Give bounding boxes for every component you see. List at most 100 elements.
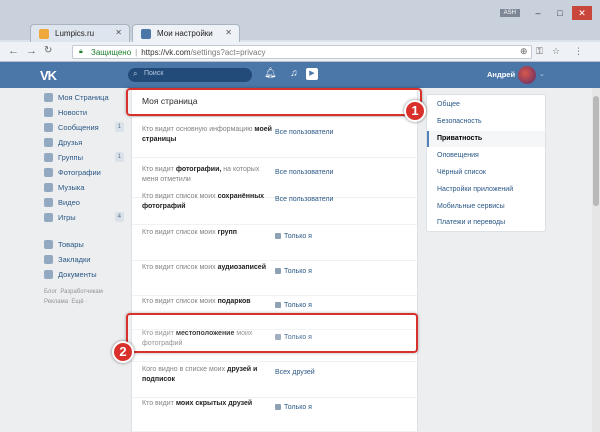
groups-icon — [44, 153, 53, 162]
close-tab-icon[interactable]: ✕ — [225, 28, 232, 37]
privacy-value-link[interactable]: Только я — [275, 403, 312, 411]
documents-icon — [44, 270, 53, 279]
sidebar-item-friends[interactable]: Друзья — [44, 135, 124, 150]
footer-link-blog[interactable]: Блог — [44, 289, 57, 295]
url-host: https://vk.com — [141, 48, 191, 57]
highlight-box-section-title — [126, 88, 422, 116]
back-icon[interactable]: ← — [8, 45, 19, 57]
friends-icon — [44, 138, 53, 147]
bookmark-star-icon[interactable]: ☆ — [552, 46, 560, 57]
privacy-value-link[interactable]: Только я — [275, 267, 312, 275]
profile-chip[interactable]: ASH — [499, 9, 520, 17]
privacy-value-link[interactable]: Только я — [275, 301, 312, 309]
secure-label: Защищено — [91, 48, 132, 57]
avatar[interactable] — [518, 66, 536, 84]
sidebar-item-label: Закладки — [58, 255, 91, 264]
sidebar-footer: Блог Разработчикам Реклама Ещё · — [44, 287, 124, 307]
privacy-question: Кто видит список моих групп — [142, 229, 238, 236]
menu-item-privacy[interactable]: Приватность — [427, 131, 545, 147]
sidebar-item-bookmarks[interactable]: Закладки — [44, 252, 124, 267]
search-placeholder: Поиск — [144, 70, 164, 77]
minimize-icon[interactable]: – — [528, 6, 548, 20]
chevron-down-icon[interactable]: ⌄ — [539, 70, 545, 78]
highlight-box-location-row — [126, 313, 418, 353]
footer-link-more[interactable]: Ещё · — [71, 299, 87, 305]
page-scrollbar[interactable] — [592, 88, 600, 432]
footer-link-developers[interactable]: Разработчикам — [60, 289, 103, 295]
vk-logo[interactable]: VK — [40, 68, 57, 83]
sidebar-item-news[interactable]: Новости — [44, 105, 124, 120]
privacy-settings-card: Моя страница Кто видит основную информац… — [131, 88, 418, 432]
sidebar-item-label: Документы — [58, 270, 97, 279]
messages-icon — [44, 123, 53, 132]
location-icon[interactable]: ⊕ — [520, 46, 528, 57]
left-sidebar: Моя Страница Новости Сообщения 1 Друзья Г… — [44, 90, 124, 282]
tab-lumpics[interactable]: Lumpics.ru ✕ — [30, 24, 130, 42]
privacy-value-link[interactable]: Все пользователи — [275, 169, 333, 176]
sidebar-item-messages[interactable]: Сообщения 1 — [44, 120, 124, 135]
news-icon — [44, 108, 53, 117]
privacy-row: Кто видит список моих сохранённых фотогр… — [132, 185, 417, 225]
sidebar-item-goods[interactable]: Товары — [44, 237, 124, 252]
search-input[interactable]: ⌕ Поиск — [128, 68, 252, 82]
privacy-question: Кто видит основную информацию моей стран… — [142, 126, 272, 143]
sidebar-item-label: Моя Страница — [58, 93, 109, 102]
privacy-question: Кого видно в списке моих друзей и подпис… — [142, 366, 258, 383]
sidebar-item-games[interactable]: Игры 4 — [44, 210, 124, 225]
close-window-icon[interactable]: ✕ — [572, 6, 592, 20]
close-tab-icon[interactable]: ✕ — [115, 28, 122, 37]
goods-icon — [44, 240, 53, 249]
menu-item-mobile-services[interactable]: Мобильные сервисы — [427, 199, 545, 215]
sidebar-item-groups[interactable]: Группы 1 — [44, 150, 124, 165]
privacy-question: Кто видит список моих сохранённых фотогр… — [142, 193, 265, 210]
step-badge-2: 2 — [112, 341, 134, 363]
tab-settings[interactable]: Мои настройки ✕ — [132, 24, 240, 42]
bookmarks-icon — [44, 255, 53, 264]
privacy-value-link[interactable]: Все пользователи — [275, 129, 333, 136]
video-icon — [44, 198, 53, 207]
menu-item-blacklist[interactable]: Чёрный список — [427, 165, 545, 181]
menu-icon[interactable]: ⋮ — [574, 46, 583, 57]
scrollbar-thumb[interactable] — [593, 96, 599, 206]
sidebar-item-video[interactable]: Видео — [44, 195, 124, 210]
url-input[interactable]: 🔒︎ Защищено | https://vk.com/settings?act=… — [72, 45, 532, 59]
maximize-icon[interactable]: □ — [550, 6, 570, 20]
menu-item-payments[interactable]: Платежи и переводы — [427, 215, 545, 231]
user-name[interactable]: Андрей — [487, 70, 515, 79]
window-controls: ASH – □ ✕ — [499, 6, 592, 20]
games-icon — [44, 213, 53, 222]
vk-header: VK ⌕ Поиск 🔔︎ ♫ ▶ Андрей ⌄ — [0, 62, 600, 88]
home-icon — [44, 93, 53, 102]
tab-label: Lumpics.ru — [55, 29, 95, 38]
reload-icon[interactable]: ↻ — [44, 45, 52, 56]
notifications-bell-icon[interactable]: 🔔︎ — [264, 68, 277, 80]
music-icon[interactable]: ♫ — [288, 68, 300, 80]
sidebar-item-documents[interactable]: Документы — [44, 267, 124, 282]
lumpics-favicon-icon — [39, 29, 49, 39]
photos-icon — [44, 168, 53, 177]
key-icon[interactable]: ⚿ — [536, 46, 543, 57]
sidebar-item-label: Сообщения — [58, 123, 99, 132]
tab-label: Мои настройки — [157, 29, 213, 38]
menu-item-app-settings[interactable]: Настройки приложений — [427, 182, 545, 198]
tab-strip: Lumpics.ru ✕ Мои настройки ✕ ASH – □ ✕ — [0, 0, 600, 42]
privacy-row: Кто видит моих скрытых друзей Только я — [132, 392, 417, 432]
play-icon[interactable]: ▶ — [306, 68, 318, 80]
sidebar-item-music[interactable]: Музыка — [44, 180, 124, 195]
privacy-value-link[interactable]: Все пользователи — [275, 196, 333, 203]
menu-item-security[interactable]: Безопасность — [427, 114, 545, 130]
sidebar-item-my-page[interactable]: Моя Страница — [44, 90, 124, 105]
forward-icon[interactable]: → — [26, 45, 37, 57]
url-path: /settings?act=privacy — [190, 48, 266, 57]
sidebar-item-label: Новости — [58, 108, 88, 117]
lock-icon — [275, 302, 281, 308]
sidebar-item-photos[interactable]: Фотографии — [44, 165, 124, 180]
sidebar-item-label: Группы — [58, 153, 83, 162]
privacy-value-link[interactable]: Только я — [275, 232, 312, 240]
privacy-value-link[interactable]: Всех друзей — [275, 369, 315, 376]
browser-chrome: Lumpics.ru ✕ Мои настройки ✕ ASH – □ ✕ ←… — [0, 0, 600, 62]
sidebar-item-label: Игры — [58, 213, 76, 222]
footer-link-ads[interactable]: Реклама — [44, 299, 68, 305]
menu-item-notifications[interactable]: Оповещения — [427, 148, 545, 164]
menu-item-general[interactable]: Общее — [427, 97, 545, 113]
